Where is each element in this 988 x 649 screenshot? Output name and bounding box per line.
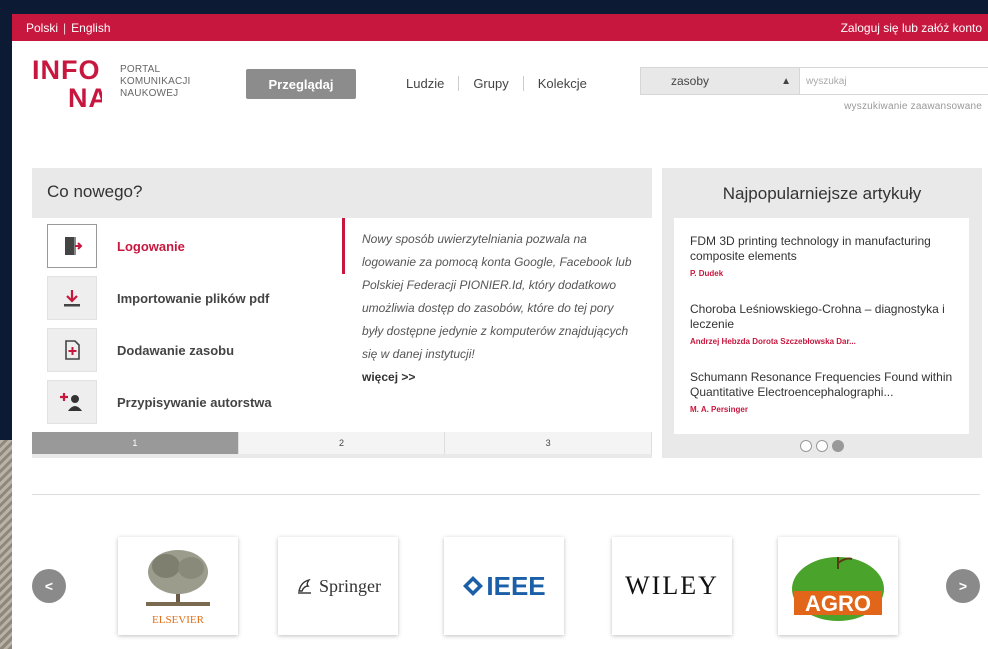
article-item[interactable]: Schumann Resonance Frequencies Found wit… (690, 370, 960, 414)
partners-next-button[interactable]: > (946, 569, 980, 603)
elsevier-wordmark: ELSEVIER (152, 614, 205, 626)
more-link[interactable]: więcej >> (362, 366, 632, 389)
ieee-diamond-icon (463, 576, 484, 596)
article-item[interactable]: Choroba Leśniowskiego-Crohna – diagnosty… (690, 302, 960, 346)
logo-text-bottom: NA (68, 83, 102, 113)
nav-item-people[interactable]: Ludzie (392, 76, 458, 91)
feature-label: Logowanie (117, 238, 185, 254)
carousel-dot-active[interactable] (832, 440, 844, 452)
feature-import-pdf[interactable]: Importowanie plików pdf (47, 276, 269, 320)
nav-item-collections[interactable]: Kolekcje (522, 76, 601, 91)
pager-page-3[interactable]: 3 (445, 432, 653, 454)
partner-agro[interactable]: AGRO (778, 537, 898, 635)
chevron-left-icon: < (44, 578, 54, 594)
carousel-dot[interactable] (816, 440, 828, 452)
language-switcher: Polski | English (26, 21, 111, 35)
main-content: Co nowego? Logowanie Importowanie plików… (12, 123, 988, 649)
article-authors[interactable]: Andrzej Hebzda Dorota Szczebłowska Dar..… (690, 337, 960, 346)
news-pager: 1 2 3 (32, 432, 653, 454)
feature-label: Dodawanie zasobu (117, 342, 235, 358)
feature-label: Importowanie plików pdf (117, 290, 270, 306)
agro-wordmark: AGRO (805, 591, 871, 616)
login-link[interactable]: Zaloguj się lub załóż konto (841, 21, 982, 35)
search-bar: zasoby ▲︎ (640, 67, 988, 95)
wiley-wordmark: WILEY (625, 571, 719, 600)
select-arrows-icon: ▲︎ (781, 75, 791, 87)
carousel-dot[interactable] (800, 440, 812, 452)
article-title[interactable]: FDM 3D printing technology in manufactur… (690, 234, 960, 264)
tagline-line: PORTAL (120, 64, 161, 75)
ieee-wordmark: IEEE (486, 570, 546, 601)
feature-add-resource[interactable]: Dodawanie zasobu (47, 328, 234, 372)
agro-logo: AGRO (792, 557, 884, 621)
whats-new-title: Co nowego? (47, 182, 143, 201)
lang-polski-link[interactable]: Polski (26, 21, 58, 35)
article-authors[interactable]: M. A. Persinger (690, 405, 960, 414)
partner-wiley[interactable]: WILEY (612, 537, 732, 635)
springer-horse-icon (298, 578, 311, 594)
top-bar: Polski | English Zaloguj się lub załóż kon… (12, 14, 988, 41)
header: INFO NA PORTAL KOMUNIKACJI NAUKOWEJ Prze… (12, 41, 988, 123)
active-indicator (342, 218, 345, 274)
article-authors[interactable]: P. Dudek (690, 269, 960, 278)
feature-login[interactable]: Logowanie (47, 224, 185, 268)
article-title[interactable]: Choroba Leśniowskiego-Crohna – diagnosty… (690, 302, 960, 332)
lang-separator: | (63, 20, 67, 35)
pager-page-1[interactable]: 1 (32, 432, 239, 454)
browse-button[interactable]: Przeglądaj (246, 69, 356, 99)
whats-new-body: Logowanie Importowanie plików pdf Dodawa… (32, 218, 652, 432)
add-user-icon (47, 380, 97, 424)
popular-articles-panel: Najpopularniejsze artykuły FDM 3D printi… (662, 168, 982, 458)
download-icon (47, 276, 97, 320)
partner-springer[interactable]: Springer (278, 537, 398, 635)
feature-description: Nowy sposób uwierzytelniania pozwala na … (362, 228, 632, 389)
lang-english-link[interactable]: English (71, 21, 110, 35)
login-door-icon (47, 224, 97, 268)
search-scope-value: zasoby (671, 74, 710, 88)
article-item[interactable]: FDM 3D printing technology in manufactur… (690, 234, 960, 278)
infona-logo[interactable]: INFO NA (32, 53, 102, 113)
search-scope-select[interactable]: zasoby ▲︎ (640, 67, 800, 95)
section-divider (32, 494, 980, 495)
partners-prev-button[interactable]: < (32, 569, 66, 603)
search-input[interactable] (800, 67, 988, 95)
nav-item-groups[interactable]: Grupy (458, 76, 522, 91)
feature-label: Przypisywanie autorstwa (117, 394, 272, 410)
carousel-dots (662, 440, 982, 452)
add-document-icon (47, 328, 97, 372)
tagline: PORTAL KOMUNIKACJI NAUKOWEJ (120, 64, 191, 100)
main-nav: Ludzie Grupy Kolekcje (392, 76, 601, 91)
description-text: Nowy sposób uwierzytelniania pozwala na … (362, 232, 632, 361)
page: Polski | English Zaloguj się lub załóż kon… (12, 14, 988, 649)
background-edge (0, 440, 12, 649)
elsevier-logo: ELSEVIER (146, 550, 210, 626)
springer-wordmark: Springer (319, 575, 381, 596)
tagline-line: NAUKOWEJ (120, 88, 179, 99)
chevron-right-icon: > (958, 578, 968, 594)
logo-text-top: INFO (32, 55, 101, 85)
advanced-search-link[interactable]: wyszukiwanie zaawansowane (844, 101, 982, 112)
partner-ieee[interactable]: IEEE (444, 537, 564, 635)
feature-assign-authorship[interactable]: Przypisywanie autorstwa (47, 380, 272, 424)
article-title[interactable]: Schumann Resonance Frequencies Found wit… (690, 370, 960, 400)
popular-title: Najpopularniejsze artykuły (722, 184, 922, 203)
pager-page-2[interactable]: 2 (238, 432, 446, 454)
whats-new-panel: Co nowego? Logowanie Importowanie plików… (32, 168, 653, 458)
popular-list: FDM 3D printing technology in manufactur… (674, 218, 969, 434)
tagline-line: KOMUNIKACJI (120, 76, 191, 87)
partner-elsevier[interactable]: ELSEVIER (118, 537, 238, 635)
